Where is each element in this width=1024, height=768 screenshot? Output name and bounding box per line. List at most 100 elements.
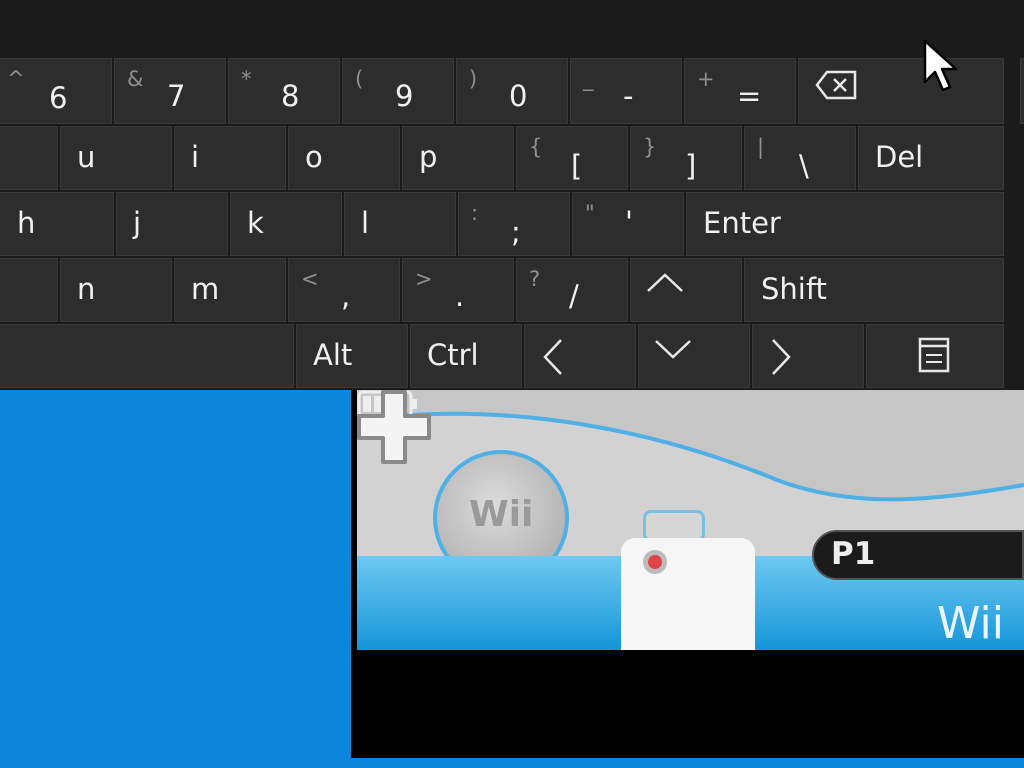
key-shift-symbol: ^ <box>7 67 25 91</box>
key-shift-symbol: " <box>585 201 595 225</box>
power-light-icon <box>648 555 662 569</box>
space-bar[interactable] <box>0 324 294 388</box>
key-main-symbol: 8 <box>281 79 300 113</box>
mouse-pointer-icon <box>923 39 958 92</box>
key-label: l <box>361 206 370 240</box>
key-main-symbol: [ <box>571 149 583 183</box>
key-shift-symbol: ) <box>469 67 478 91</box>
key-label: Shift <box>761 272 827 306</box>
wii-logo-text: Wii <box>469 494 534 535</box>
key-m[interactable]: m <box>174 258 286 322</box>
key-label: h <box>17 206 36 240</box>
key-h[interactable]: h <box>0 192 114 256</box>
on-screen-keyboard: ^ 6 & 7 * 8 ( 9 ) 0 _ - + = u i o p {[… <box>0 56 1024 390</box>
ctrl-key[interactable]: Ctrl <box>410 324 522 388</box>
key-shift-symbol: & <box>127 67 144 91</box>
key-equals[interactable]: + = <box>684 58 796 124</box>
key-label: Enter <box>703 206 781 240</box>
key-label: o <box>305 140 323 174</box>
key-label: Alt <box>313 338 353 372</box>
key-p[interactable]: p <box>402 126 514 190</box>
key-u[interactable]: u <box>60 126 172 190</box>
key-label: i <box>191 140 200 174</box>
key-k[interactable]: k <box>230 192 342 256</box>
key-shift-symbol: : <box>471 201 479 225</box>
key-backslash[interactable]: | \ <box>744 126 856 190</box>
key-0[interactable]: ) 0 <box>456 58 568 124</box>
key-label: j <box>133 206 142 240</box>
key-partial[interactable] <box>1020 58 1024 124</box>
enter-key[interactable]: Enter <box>686 192 1004 256</box>
wii-remote-icon[interactable] <box>621 538 755 650</box>
chevron-down-icon <box>655 340 691 359</box>
key-n[interactable]: n <box>60 258 172 322</box>
key-open-bracket[interactable]: { [ <box>516 126 628 190</box>
key-semicolon[interactable]: : ; <box>458 192 570 256</box>
arrow-up-key[interactable] <box>630 258 742 322</box>
key-label: p <box>419 140 438 174</box>
key-main-symbol: = <box>737 79 762 113</box>
key-quote[interactable]: " ' <box>572 192 684 256</box>
chevron-right-icon <box>772 339 791 375</box>
key-shift-symbol: > <box>415 267 433 291</box>
key-main-symbol: . <box>455 279 465 313</box>
chevron-left-icon <box>543 339 562 375</box>
key-shift-symbol: } <box>643 135 657 159</box>
wii-menu-screen: Wii Wii P1 <box>357 390 1024 650</box>
key-slash[interactable]: ? / <box>516 258 628 322</box>
key-main-symbol: ] <box>685 149 697 183</box>
key-label: Del <box>875 140 924 174</box>
key-main-symbol: , <box>341 279 351 313</box>
key-shift-symbol: ( <box>355 67 364 91</box>
keyboard-title-bar <box>0 0 1024 56</box>
key-l[interactable]: l <box>344 192 456 256</box>
key-main-symbol: ; <box>511 215 521 249</box>
key-shift-symbol: ? <box>529 267 541 291</box>
alt-key[interactable]: Alt <box>296 324 408 388</box>
wii-brand-label: Wii <box>937 598 1004 649</box>
key-main-symbol: 0 <box>509 79 528 113</box>
chevron-up-icon <box>647 273 683 292</box>
key-main-symbol: 6 <box>49 81 68 115</box>
key-shift-symbol: _ <box>583 67 594 91</box>
key-label: k <box>247 206 264 240</box>
player-label: P1 <box>831 536 876 572</box>
key-minus[interactable]: _ - <box>570 58 682 124</box>
key-comma[interactable]: < , <box>288 258 400 322</box>
key-period[interactable]: > . <box>402 258 514 322</box>
key-9[interactable]: ( 9 <box>342 58 454 124</box>
key-close-bracket[interactable]: } ] <box>630 126 742 190</box>
key-shift-symbol: < <box>301 267 319 291</box>
key-main-symbol: - <box>623 79 634 113</box>
key-o[interactable]: o <box>288 126 400 190</box>
key-8[interactable]: * 8 <box>228 58 340 124</box>
key-b-partial[interactable] <box>0 258 58 322</box>
menu-icon <box>918 337 950 373</box>
key-main-symbol: ' <box>625 205 633 239</box>
key-main-symbol: \ <box>799 149 809 183</box>
key-label: n <box>77 272 96 306</box>
arrow-right-key[interactable] <box>752 324 864 388</box>
arrow-left-key[interactable] <box>524 324 636 388</box>
menu-key[interactable] <box>866 324 1004 388</box>
backspace-icon <box>815 70 857 100</box>
key-6[interactable]: ^ 6 <box>0 58 112 124</box>
key-main-symbol: 9 <box>395 79 414 113</box>
wii-emulator-window[interactable]: Wii Wii P1 <box>351 390 1024 758</box>
key-y-partial[interactable] <box>0 126 58 190</box>
key-label: m <box>191 272 220 306</box>
key-shift-symbol: { <box>529 135 543 159</box>
key-label: Ctrl <box>427 338 479 372</box>
key-i[interactable]: i <box>174 126 286 190</box>
key-shift-symbol: + <box>697 67 715 91</box>
delete-key[interactable]: Del <box>858 126 1004 190</box>
arrow-down-key[interactable] <box>638 324 750 388</box>
key-j[interactable]: j <box>116 192 228 256</box>
key-label: u <box>77 140 96 174</box>
shift-key[interactable]: Shift <box>744 258 1004 322</box>
key-shift-symbol: | <box>757 135 765 159</box>
key-7[interactable]: & 7 <box>114 58 226 124</box>
backspace-key[interactable] <box>798 58 1004 124</box>
key-main-symbol: 7 <box>167 79 186 113</box>
dpad-icon <box>357 390 431 464</box>
